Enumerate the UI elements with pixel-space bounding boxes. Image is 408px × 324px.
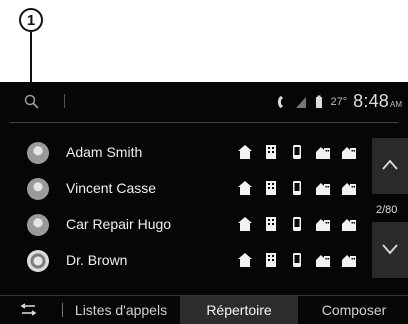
contact-list: Adam Smith Vincent Casse Car Repair Hugo…	[0, 137, 365, 281]
contact-icons	[237, 180, 357, 196]
contact-row[interactable]: Car Repair Hugo	[0, 209, 365, 245]
home-office-icon[interactable]	[341, 252, 357, 268]
phonebook-screen: 27° 8:48AM Adam Smith Vincent Casse Car …	[0, 82, 408, 324]
back-icon[interactable]	[15, 303, 43, 317]
avatar	[27, 214, 49, 236]
mobile-phone-icon[interactable]	[289, 144, 305, 160]
contact-name: Vincent Casse	[66, 180, 157, 196]
home-office-icon[interactable]	[315, 180, 331, 196]
bottom-tabs: Listes d'appels Répertoire Composer	[0, 295, 408, 324]
avatar	[27, 178, 49, 200]
scroll-up-button[interactable]	[372, 138, 408, 194]
home-office-icon[interactable]	[341, 144, 357, 160]
mobile-phone-icon[interactable]	[289, 252, 305, 268]
office-phone-icon[interactable]	[263, 252, 279, 268]
callout-marker: 1	[19, 8, 43, 32]
temperature: 27°	[330, 95, 348, 108]
phone-status-icon	[277, 95, 283, 108]
status-right: 27° 8:48AM	[277, 91, 402, 112]
home-office-icon[interactable]	[315, 252, 331, 268]
tab-directory[interactable]: Répertoire	[180, 296, 298, 324]
home-phone-icon[interactable]	[237, 180, 253, 196]
chevron-down-icon	[382, 244, 398, 255]
contact-name: Adam Smith	[66, 144, 143, 160]
home-phone-icon[interactable]	[237, 216, 253, 232]
avatar	[27, 142, 49, 164]
home-office-icon[interactable]	[315, 144, 331, 160]
contact-row[interactable]: Vincent Casse	[0, 173, 365, 209]
tab-separator	[62, 303, 63, 317]
tab-dial[interactable]: Composer	[300, 296, 408, 324]
mobile-phone-icon[interactable]	[289, 180, 305, 196]
contact-name: Dr. Brown	[66, 252, 128, 268]
contact-row[interactable]: Adam Smith	[0, 137, 365, 173]
contact-icons	[237, 216, 357, 232]
search-separator	[64, 94, 65, 108]
office-phone-icon[interactable]	[263, 144, 279, 160]
tab-call-logs[interactable]: Listes d'appels	[64, 296, 178, 324]
office-phone-icon[interactable]	[263, 216, 279, 232]
contact-row[interactable]: Dr. Brown	[0, 245, 365, 281]
business-logo-avatar	[27, 250, 49, 272]
header-divider	[10, 122, 398, 123]
contact-icons	[237, 144, 357, 160]
status-bar: 27° 8:48AM	[0, 82, 408, 120]
search-icon[interactable]	[24, 94, 40, 110]
home-phone-icon[interactable]	[237, 144, 253, 160]
battery-icon	[315, 95, 322, 108]
office-phone-icon[interactable]	[263, 180, 279, 196]
home-office-icon[interactable]	[341, 216, 357, 232]
clock: 8:48AM	[353, 91, 402, 111]
signal-icon	[295, 96, 306, 108]
home-phone-icon[interactable]	[237, 252, 253, 268]
home-office-icon[interactable]	[315, 216, 331, 232]
mobile-phone-icon[interactable]	[289, 216, 305, 232]
scroll-down-button[interactable]	[372, 222, 408, 278]
contact-icons	[237, 252, 357, 268]
chevron-up-icon	[382, 159, 398, 170]
home-office-icon[interactable]	[341, 180, 357, 196]
contact-name: Car Repair Hugo	[66, 216, 172, 232]
callout-line	[30, 32, 32, 82]
page-indicator: 2/80	[376, 204, 398, 216]
